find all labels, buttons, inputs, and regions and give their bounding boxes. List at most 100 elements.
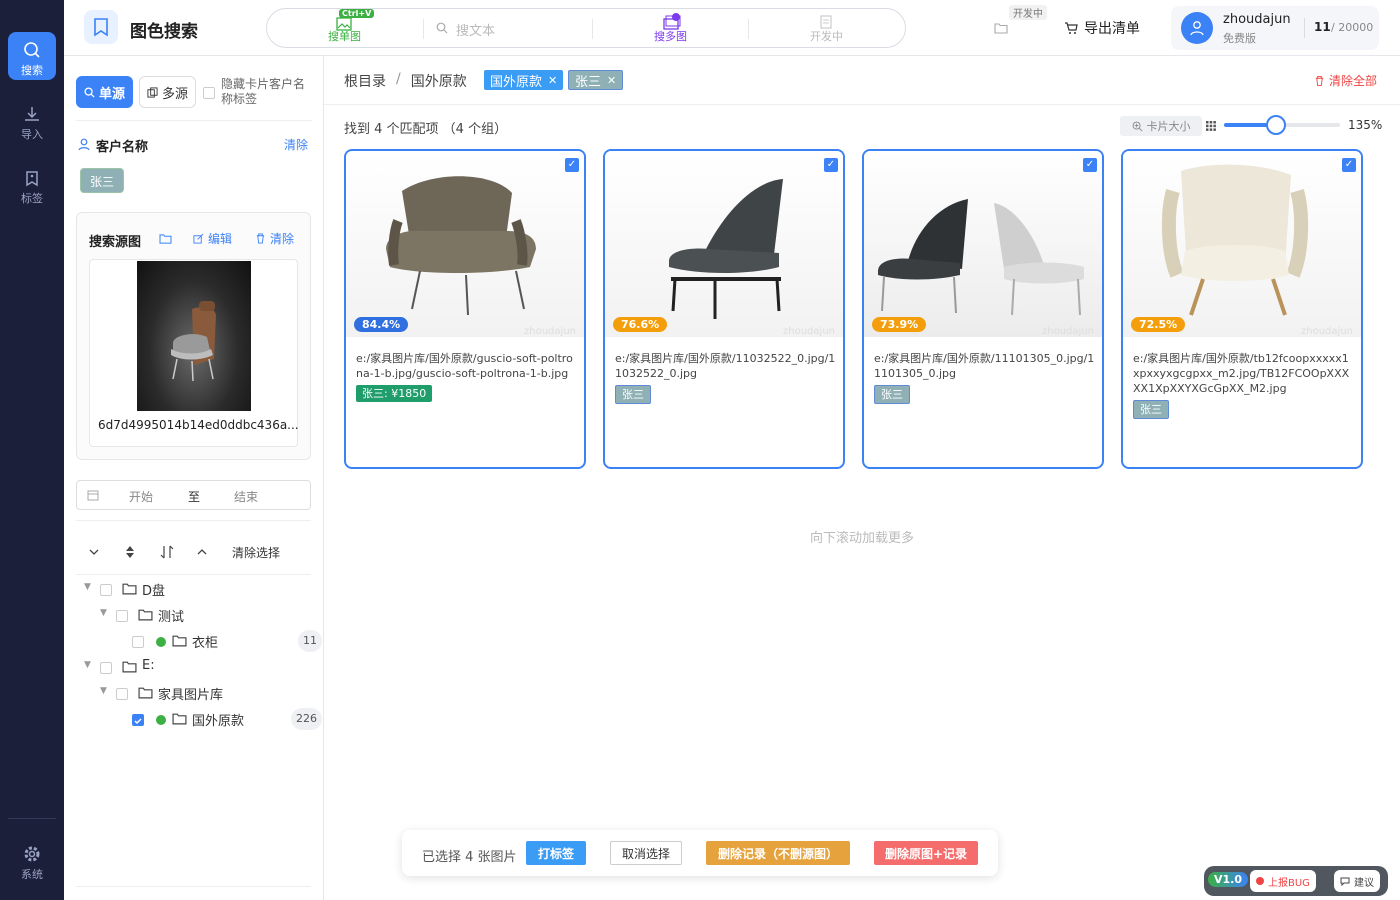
tree-node-e[interactable]: ▼ E: <box>76 654 324 680</box>
source-image[interactable] <box>137 261 251 411</box>
card-checkbox[interactable]: ✓ <box>824 158 838 172</box>
breadcrumb-separator: / <box>396 71 401 87</box>
tree-node-furniture-lib[interactable]: ▼ 家具图片库 <box>76 680 324 706</box>
folder-icon <box>122 661 137 673</box>
mode-text-search[interactable]: 搜文本 <box>424 9 592 47</box>
watermark: zhoudajun <box>1042 326 1094 337</box>
close-icon[interactable]: ✕ <box>548 74 557 87</box>
tree-count-badge: 226 <box>291 708 322 730</box>
mode-single-image[interactable]: Ctrl+V 搜单图 <box>267 9 422 47</box>
delete-record-button[interactable]: 删除记录（不删源图） <box>706 841 850 865</box>
results-summary: 找到 4 个匹配项 （4 个组） <box>344 122 508 137</box>
folder-icon[interactable] <box>159 233 172 244</box>
cancel-selection-button[interactable]: 取消选择 <box>610 841 682 865</box>
result-image[interactable] <box>864 151 1102 337</box>
clear-selection-link[interactable]: 清除选择 <box>232 544 280 561</box>
result-image[interactable] <box>605 151 843 337</box>
result-image[interactable] <box>1123 151 1361 337</box>
tree-checkbox[interactable] <box>100 584 112 596</box>
filter-chip-folder[interactable]: 国外原款 ✕ <box>484 70 564 90</box>
similarity-score: 84.4% <box>354 317 409 332</box>
tree-node-d[interactable]: ▼ D盘 <box>76 576 324 602</box>
source-clear-button[interactable]: 清除 <box>255 230 294 247</box>
folder-icon[interactable] <box>994 22 1008 34</box>
export-button[interactable]: 导出清单 <box>1064 18 1140 38</box>
result-image[interactable] <box>346 151 584 337</box>
customer-tag[interactable]: 张三 <box>874 385 910 404</box>
swap-vertical-icon[interactable] <box>160 545 174 559</box>
close-icon[interactable]: ✕ <box>607 74 616 87</box>
card-checkbox[interactable]: ✓ <box>1342 158 1356 172</box>
suggest-button[interactable]: 建议 <box>1334 870 1380 892</box>
tree-checkbox[interactable] <box>132 636 144 648</box>
date-start[interactable]: 开始 <box>129 488 153 505</box>
chair-thumbnail <box>1161 164 1309 316</box>
sort-icon[interactable] <box>124 545 136 559</box>
folder-icon <box>138 609 153 621</box>
result-card[interactable]: ✓ zhoudajun 73.9% e:/家具图片库/国外原款/11101305… <box>862 149 1104 469</box>
tag-button[interactable]: 打标签 <box>526 841 586 865</box>
grid-icon <box>1206 121 1216 131</box>
hide-label-checkbox[interactable] <box>203 87 215 99</box>
result-card[interactable]: ✓ zhoudajun 76.6% e:/家具图片库/国外原款/11032522… <box>603 149 845 469</box>
chair-thumbnail <box>171 301 216 382</box>
result-card[interactable]: ✓ zhoudajun 84.4% e:/家具图片库/国外原款/guscio-s… <box>344 149 586 469</box>
tree-checkbox[interactable] <box>100 662 112 674</box>
tree-label: 测试 <box>158 610 185 625</box>
rail-search[interactable]: 搜索 <box>8 32 56 80</box>
mode-multi-image[interactable]: 搜多图 <box>593 9 748 47</box>
tree-node-wardrobe[interactable]: 衣柜 11 <box>76 628 324 654</box>
expand-caret-icon[interactable]: ▼ <box>100 608 107 618</box>
edit-icon <box>193 233 204 244</box>
customer-tag[interactable]: 张三 <box>80 168 125 193</box>
result-card[interactable]: ✓ zhoudajun 72.5% e:/家具图片库/国外原款/tb12fcoo… <box>1121 149 1363 469</box>
rail-tags[interactable]: 标签 <box>8 160 56 208</box>
selected-count: 已选择 4 张图片 <box>422 850 517 865</box>
delete-all-button[interactable]: 删除原图+记录 <box>874 841 978 865</box>
multi-source-button[interactable]: 多源 <box>139 76 196 108</box>
expand-caret-icon[interactable]: ▼ <box>84 582 91 592</box>
tree-count-badge: 11 <box>298 630 322 652</box>
card-checkbox[interactable]: ✓ <box>1083 158 1097 172</box>
clear-all-button[interactable]: 清除全部 <box>1314 72 1377 89</box>
rail-system[interactable]: 系统 <box>8 836 56 884</box>
similarity-score: 72.5% <box>1131 317 1186 332</box>
card-path-text: e:/家具图片库/国外原款/11101305_0.jpg/11101305_0.… <box>874 352 1095 380</box>
tree-node-test[interactable]: ▼ 测试 <box>76 602 324 628</box>
tree-checkbox-checked[interactable] <box>132 714 144 726</box>
source-image-frame: 6d7d4995014b14ed0ddbc436a... <box>89 259 299 447</box>
status-dot <box>156 637 166 647</box>
app-title: 图色搜索 <box>130 22 198 42</box>
rail-import[interactable]: 导入 <box>8 96 56 144</box>
tree-node-foreign-originals[interactable]: 国外原款 226 <box>76 706 324 732</box>
customer-tag[interactable]: 张三 <box>1133 400 1169 419</box>
chevron-up-icon[interactable] <box>196 546 208 558</box>
card-size-button[interactable]: 卡片大小 <box>1120 116 1202 136</box>
tree-checkbox[interactable] <box>116 688 128 700</box>
expand-caret-icon[interactable]: ▼ <box>84 660 91 670</box>
source-edit-button[interactable]: 编辑 <box>193 230 232 247</box>
card-checkbox[interactable]: ✓ <box>565 158 579 172</box>
customer-price-tag[interactable]: 张三: ¥1850 <box>356 385 433 402</box>
user-card[interactable]: zhoudajun 免费版 11 / 20000 <box>1171 6 1379 50</box>
tree-checkbox[interactable] <box>116 610 128 622</box>
expand-caret-icon[interactable]: ▼ <box>100 686 107 696</box>
report-bug-button[interactable]: 上报BUG <box>1250 870 1316 892</box>
breadcrumb-root[interactable]: 根目录 <box>344 71 386 91</box>
zoom-slider[interactable] <box>1224 115 1340 135</box>
card-path-text: e:/家具图片库/国外原款/tb12fcoopxxxxx1xpxxyxgcgpx… <box>1133 352 1350 395</box>
chevron-down-icon[interactable] <box>88 546 100 558</box>
mode-dev[interactable]: 开发中 <box>749 9 904 47</box>
filter-chip-customer[interactable]: 张三 ✕ <box>568 70 624 90</box>
customer-tag[interactable]: 张三 <box>615 385 651 404</box>
date-range-picker[interactable]: 开始 至 结束 <box>76 480 311 510</box>
zoom-slider-thumb[interactable] <box>1266 115 1287 135</box>
breadcrumb-folder[interactable]: 国外原款 <box>411 71 467 91</box>
bug-dot-icon <box>1256 877 1264 885</box>
source-edit-label: 编辑 <box>208 232 233 246</box>
date-end[interactable]: 结束 <box>234 488 258 505</box>
customer-clear-link[interactable]: 清除 <box>284 136 308 153</box>
single-source-button[interactable]: 单源 <box>76 76 133 108</box>
cart-icon <box>1065 22 1078 34</box>
watermark: zhoudajun <box>524 326 576 337</box>
